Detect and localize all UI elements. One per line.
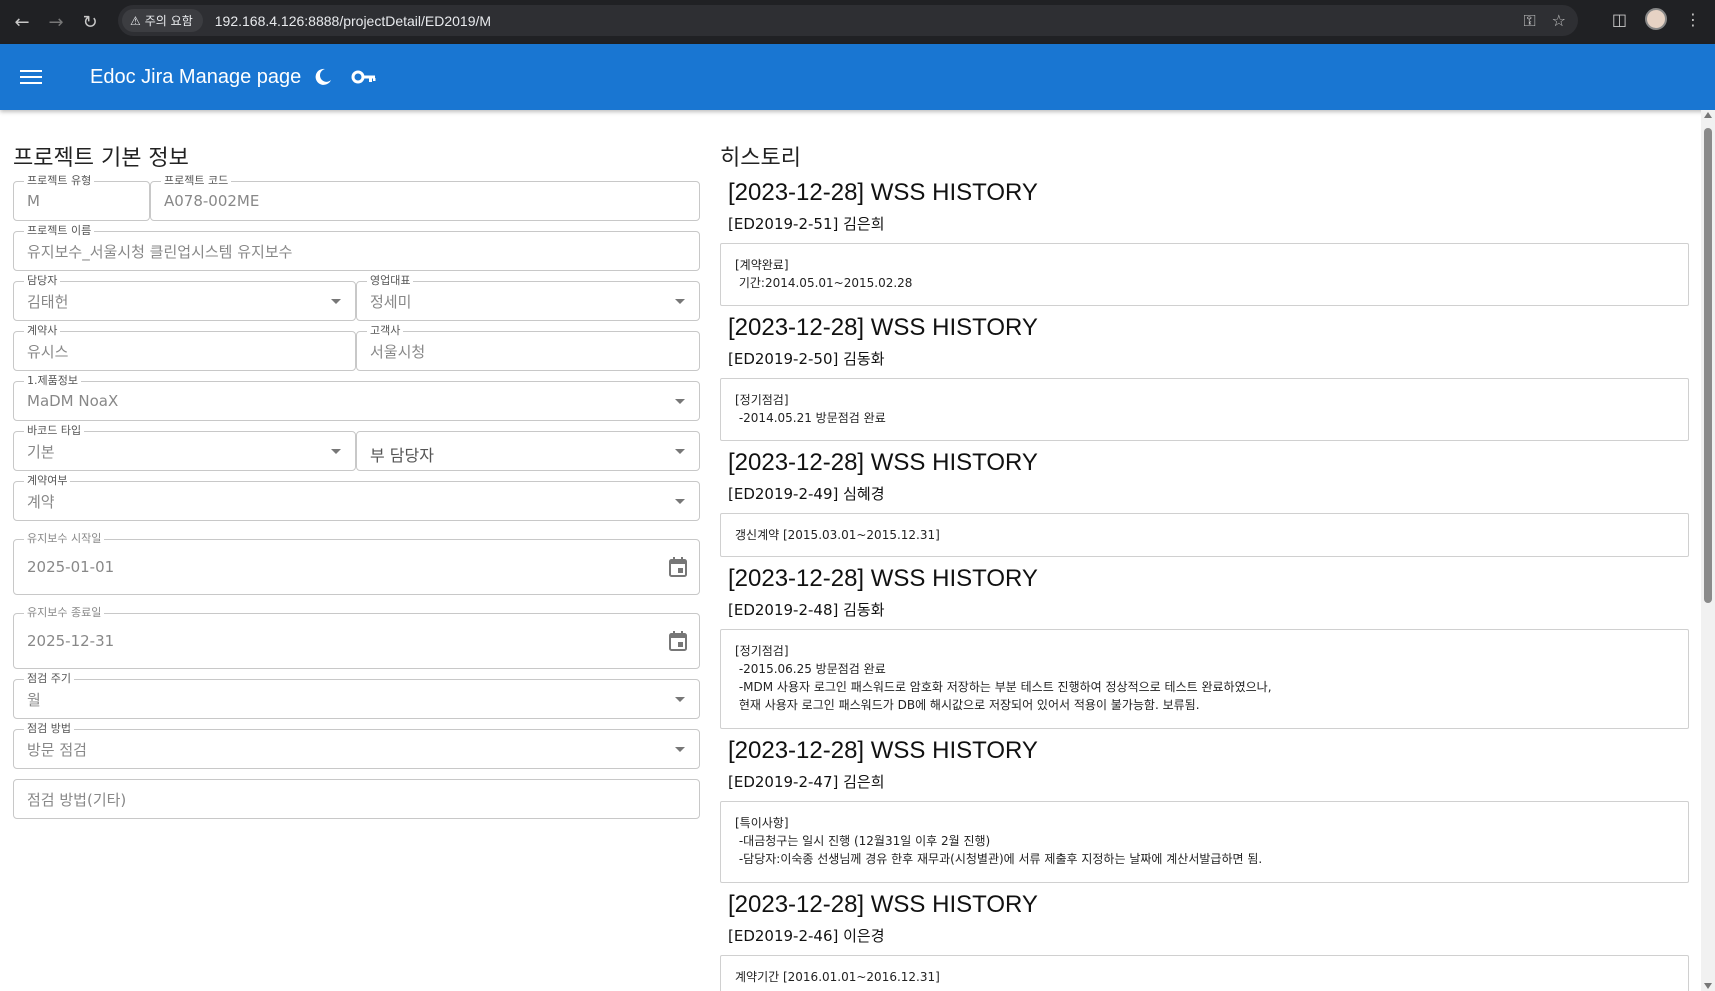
project-info-form: 프로젝트 기본 정보 [13, 110, 701, 172]
scroll-down-arrow-icon[interactable] [1704, 983, 1712, 989]
reload-icon[interactable]: ↻ [76, 8, 104, 36]
back-arrow-icon[interactable]: ← [8, 8, 36, 36]
dropdown-arrow-icon [675, 449, 685, 454]
history-entry-sub: [ED2019-2-50] 김동화 [728, 350, 885, 368]
project-name-value: 유지보수_서울시청 클린업시스템 유지보수 [27, 242, 293, 261]
history-entry-body: [정기점검] -2014.05.21 방문점검 완료 [720, 378, 1689, 441]
inspect-method-value: 방문 점검 [27, 740, 87, 759]
dropdown-arrow-icon [675, 697, 685, 702]
inspect-method-select[interactable]: 점검 방법 방문 점검 [13, 722, 700, 769]
project-code-value: A078-002ME [164, 192, 260, 210]
sub-manager-select[interactable]: 부 담당자 [356, 431, 700, 471]
barcode-type-value: 기본 [27, 442, 55, 461]
dropdown-arrow-icon [675, 499, 685, 504]
product-info-select[interactable]: 1.제품정보 MaDM NoaX [13, 374, 700, 421]
scroll-up-arrow-icon[interactable] [1704, 112, 1712, 118]
maint-end-value: 2025-12-31 [27, 632, 115, 650]
calendar-icon[interactable] [669, 631, 687, 651]
client-field[interactable]: 고객사 서울시청 [356, 324, 700, 371]
history-entry-body: [계약완료] 기간:2014.05.01~2015.02.28 [720, 243, 1689, 306]
history-entry-heading: [2023-12-28] WSS HISTORY [728, 179, 1038, 206]
maint-start-date-field[interactable]: 유지보수 시작일 2025-01-01 [13, 532, 700, 595]
dropdown-arrow-icon [675, 747, 685, 752]
dropdown-arrow-icon [331, 299, 341, 304]
app-bar: Edoc Jira Manage page [0, 44, 1715, 110]
forward-arrow-icon[interactable]: → [42, 8, 70, 36]
history-panel: 히스토리 [2023-12-28] WSS HISTORY [ED2019-2-… [720, 110, 1690, 991]
scroll-thumb[interactable] [1704, 128, 1712, 603]
contract-status-value: 계약 [27, 492, 55, 511]
sales-rep-select[interactable]: 영업대표 정세미 [356, 274, 700, 321]
history-entry-sub: [ED2019-2-48] 김동화 [728, 601, 885, 619]
history-entry-body: 계약기간 [2016.01.01~2016.12.31] [720, 955, 1689, 991]
contractor-field[interactable]: 계약사 유시스 [13, 324, 356, 371]
inspect-method-other-field[interactable]: 점검 방법(기타) [13, 779, 700, 819]
history-entry-body: [특이사항] -대금청구는 일시 진행 (12월31일 이후 2월 진행) -담… [720, 801, 1689, 883]
history-entry-heading: [2023-12-28] WSS HISTORY [728, 314, 1038, 341]
url-text[interactable]: 192.168.4.126:8888/projectDetail/ED2019/… [215, 13, 491, 29]
history-entry-body: [정기점검] -2015.06.25 방문점검 완료 -MDM 사용자 로그인 … [720, 629, 1689, 729]
project-type-value: M [27, 192, 40, 210]
page-scrollbar[interactable] [1701, 110, 1715, 991]
project-name-field[interactable]: 프로젝트 이름 유지보수_서울시청 클린업시스템 유지보수 [13, 224, 700, 271]
manager-select[interactable]: 담당자 김태헌 [13, 274, 356, 321]
history-entry-heading: [2023-12-28] WSS HISTORY [728, 737, 1038, 764]
bookmark-star-icon[interactable]: ☆ [1552, 11, 1566, 30]
history-entry-sub: [ED2019-2-49] 심혜경 [728, 485, 885, 503]
inspect-cycle-select[interactable]: 점검 주기 월 [13, 672, 700, 719]
key-icon[interactable] [351, 67, 377, 87]
dropdown-arrow-icon [675, 299, 685, 304]
sub-manager-placeholder: 부 담당자 [370, 446, 434, 465]
password-key-icon[interactable]: ⚿ [1523, 11, 1535, 31]
project-code-field[interactable]: 프로젝트 코드 A078-002ME [150, 174, 700, 221]
history-entry-body: 갱신계약 [2015.03.01~2015.12.31] [720, 513, 1689, 557]
security-warning-label: 주의 요함 [144, 14, 193, 28]
security-warning-chip[interactable]: ⚠ 주의 요함 [122, 9, 203, 32]
history-title: 히스토리 [720, 146, 801, 171]
history-entry-heading: [2023-12-28] WSS HISTORY [728, 449, 1038, 476]
contractor-value: 유시스 [27, 342, 69, 361]
warning-triangle-icon: ⚠ [130, 13, 141, 28]
history-entry-sub: [ED2019-2-47] 김은희 [728, 773, 885, 791]
dropdown-arrow-icon [675, 399, 685, 404]
app-title: Edoc Jira Manage page [90, 65, 302, 88]
hamburger-menu-icon[interactable] [20, 70, 42, 84]
barcode-type-select[interactable]: 바코드 타입 기본 [13, 424, 356, 471]
history-entry-sub: [ED2019-2-46] 이은경 [728, 927, 885, 945]
history-entry-sub: [ED2019-2-51] 김은희 [728, 215, 885, 233]
sales-rep-value: 정세미 [370, 292, 412, 311]
contract-status-select[interactable]: 계약여부 계약 [13, 474, 700, 521]
browser-menu-icon[interactable]: ⋮ [1685, 10, 1701, 29]
product-info-value: MaDM NoaX [27, 392, 119, 410]
dark-mode-moon-icon[interactable] [313, 67, 333, 87]
calendar-icon[interactable] [669, 557, 687, 577]
inspect-cycle-value: 월 [27, 690, 41, 709]
dropdown-arrow-icon [331, 449, 341, 454]
form-title: 프로젝트 기본 정보 [13, 146, 189, 171]
browser-toolbar: ← → ↻ ⚠ 주의 요함 192.168.4.126:8888/project… [0, 0, 1715, 44]
address-bar[interactable]: ⚠ 주의 요함 192.168.4.126:8888/projectDetail… [118, 5, 1578, 36]
extensions-icon[interactable]: ◫ [1612, 10, 1627, 29]
project-type-field[interactable]: 프로젝트 유형 M [13, 174, 150, 221]
history-entry-heading: [2023-12-28] WSS HISTORY [728, 565, 1038, 592]
inspect-method-other-placeholder: 점검 방법(기타) [27, 790, 127, 809]
history-entry-heading: [2023-12-28] WSS HISTORY [728, 891, 1038, 918]
manager-value: 김태헌 [27, 292, 69, 311]
maint-end-date-field[interactable]: 유지보수 종료일 2025-12-31 [13, 606, 700, 669]
maint-start-value: 2025-01-01 [27, 558, 115, 576]
profile-avatar[interactable] [1645, 8, 1667, 30]
client-value: 서울시청 [370, 342, 426, 361]
